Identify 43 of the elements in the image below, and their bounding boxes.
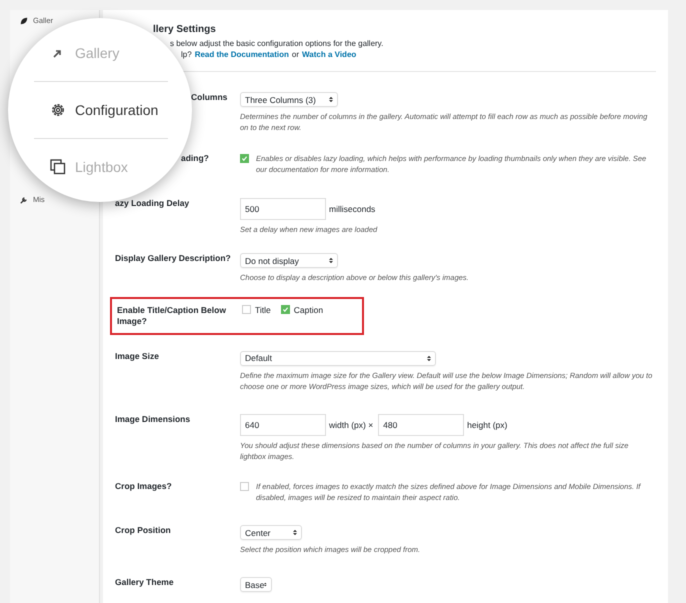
menu-item[interactable]: Configuration	[34, 81, 168, 139]
windows-icon	[50, 159, 66, 175]
checkbox[interactable]	[242, 305, 251, 314]
or-text: or	[292, 50, 300, 59]
checkbox-label: Title	[255, 304, 271, 314]
unit-label: height (px)	[467, 420, 508, 430]
unit-label: width (px) ×	[329, 420, 374, 430]
setting-label: ading?	[181, 152, 210, 165]
dropdown[interactable]: Base	[240, 577, 272, 592]
leaf-icon	[20, 16, 28, 24]
width-field[interactable]: 640	[240, 414, 326, 436]
wrench-icon	[20, 196, 28, 204]
section-title: llery Settings	[152, 24, 217, 35]
height-field[interactable]: 480	[378, 414, 464, 436]
help-text: lp?	[181, 50, 192, 59]
caret-icon	[329, 257, 333, 264]
dropdown[interactable]: Do not display	[240, 253, 338, 268]
setting-label: Columns	[191, 92, 228, 104]
documentation-link[interactable]: Read the Documentation	[194, 50, 289, 59]
setting-label: Display Gallery Description?	[115, 253, 232, 266]
unit-label: milliseconds	[329, 204, 376, 214]
number-field[interactable]: 500	[240, 198, 326, 220]
caret-icon	[264, 581, 267, 588]
setting-label: Crop Images?	[115, 480, 173, 493]
caret-icon	[293, 529, 297, 536]
settings-icon	[50, 102, 66, 118]
checkbox[interactable]	[240, 482, 249, 491]
setting-label: Enable Title/Caption Below Image?	[117, 304, 227, 327]
setting-label: Image Size	[115, 350, 160, 363]
checkbox[interactable]	[280, 305, 290, 314]
intro-text: s below adjust the basic configuration options for the gallery.	[169, 39, 384, 48]
video-link[interactable]: Watch a Video	[302, 50, 356, 59]
dropdown[interactable]: Center	[240, 525, 302, 540]
setting-label: Crop Position	[115, 525, 172, 538]
dropdown[interactable]: Three Columns (3)	[240, 92, 338, 107]
checkbox-label: Caption	[294, 304, 324, 314]
caret-icon	[329, 96, 333, 103]
setting-label: Image Dimensions	[115, 414, 192, 426]
caret-icon	[427, 354, 431, 362]
checkbox[interactable]	[240, 154, 249, 162]
setting-label: Gallery Theme	[115, 577, 175, 590]
dropdown[interactable]: Default	[240, 350, 436, 366]
setting-label: azy Loading Delay	[115, 198, 190, 210]
